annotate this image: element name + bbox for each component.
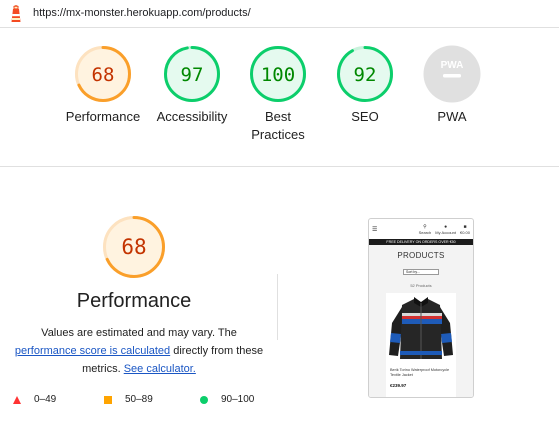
circle-icon: [200, 395, 208, 404]
legend-pass: 90–100: [199, 394, 254, 405]
gauge-pwa[interactable]: PWA PWA: [407, 44, 497, 126]
performance-desc-text1: Values are estimated and may vary. The: [41, 327, 237, 339]
screenshot-header-icons: ⚲ Search ● My Account ■ €0.00: [419, 224, 470, 235]
screenshot-product-name: Berik Torino Waterproof Motorcycle Texti…: [390, 368, 450, 377]
gauge-best-practices-score: 100: [261, 64, 295, 86]
category-gauges: 68 Performance 97 Accessibility 100 Best…: [0, 28, 559, 167]
legend-average: 50–89: [103, 394, 153, 405]
legend-fail-range: 0–49: [34, 394, 57, 405]
gauge-accessibility-ring: 97: [164, 46, 220, 102]
screenshot-bag-total: €0.00: [459, 229, 470, 235]
performance-gauge-large-ring: 68: [103, 216, 165, 278]
screenshot-body: PRODUCTS Sort by... 52 Products Berik To…: [369, 245, 473, 397]
screenshot-header: ☰ ⚲ Search ● My Account ■ €0.00: [369, 219, 473, 239]
gauge-best-practices-ring: 100: [250, 46, 306, 102]
gauge-performance-ring: 68: [75, 46, 131, 102]
gauge-performance-label: Performance: [65, 109, 141, 124]
screenshot-product-card: Berik Torino Waterproof Motorcycle Texti…: [386, 293, 456, 397]
score-legend: 0–49 50–89 90–100: [12, 394, 282, 408]
gauge-seo[interactable]: 92 SEO: [320, 44, 410, 126]
gauge-best-practices-label-line1: Best: [264, 109, 291, 124]
screenshot-product-count: 52 Products: [410, 283, 432, 288]
gauge-seo-ring: 92: [337, 46, 393, 102]
jacket-image: [389, 297, 453, 359]
performance-description: Values are estimated and may vary. The p…: [8, 324, 270, 378]
performance-gauge-large: 68: [0, 214, 268, 280]
pwa-badge-text: PWA: [441, 60, 464, 71]
gauge-best-practices[interactable]: 100 Best Practices: [233, 44, 323, 144]
score-calculated-link[interactable]: performance score is calculated: [15, 345, 170, 357]
legend-fail: 0–49: [12, 394, 56, 405]
screenshot-account-label: My Account: [435, 229, 456, 235]
url-bar: https://mx-monster.herokuapp.com/product…: [0, 0, 559, 28]
screenshot-product-price: €239.97: [390, 383, 407, 388]
legend-average-range: 50–89: [125, 394, 153, 405]
gauge-pwa-label: PWA: [437, 109, 467, 124]
see-calculator-link[interactable]: See calculator.: [124, 363, 196, 375]
lighthouse-icon: [11, 5, 21, 22]
gauge-performance[interactable]: 68 Performance: [58, 44, 148, 126]
square-icon: [104, 395, 112, 404]
gauge-best-practices-label-line2: Practices: [251, 127, 305, 142]
gauge-performance-score: 68: [92, 64, 115, 86]
gauge-best-practices-label: Best Practices: [233, 108, 323, 144]
vertical-divider: [277, 274, 278, 340]
gauge-accessibility-label: Accessibility: [156, 109, 228, 124]
gauge-accessibility[interactable]: 97 Accessibility: [147, 44, 237, 126]
legend-pass-range: 90–100: [221, 394, 255, 405]
final-screenshot[interactable]: ☰ ⚲ Search ● My Account ■ €0.00 FREE DELIVE…: [368, 218, 474, 398]
pwa-badge-icon: PWA: [423, 45, 481, 103]
performance-title: Performance: [76, 290, 192, 312]
gauge-seo-label: SEO: [351, 109, 379, 124]
hamburger-icon: ☰: [372, 226, 378, 233]
screenshot-page-title: PRODUCTS: [397, 251, 445, 260]
triangle-icon: [13, 395, 21, 404]
screenshot-search: ⚲ Search: [419, 224, 432, 235]
page-url: https://mx-monster.herokuapp.com/product…: [33, 7, 251, 19]
gauge-accessibility-score: 97: [181, 64, 204, 86]
screenshot-account: ● My Account: [435, 224, 456, 235]
gauge-seo-score: 92: [354, 64, 377, 86]
performance-score-large: 68: [121, 235, 146, 259]
screenshot-bag: ■ €0.00: [460, 224, 470, 235]
screenshot-sort-select: Sort by...: [403, 269, 439, 275]
screenshot-search-label: Search: [418, 229, 432, 235]
